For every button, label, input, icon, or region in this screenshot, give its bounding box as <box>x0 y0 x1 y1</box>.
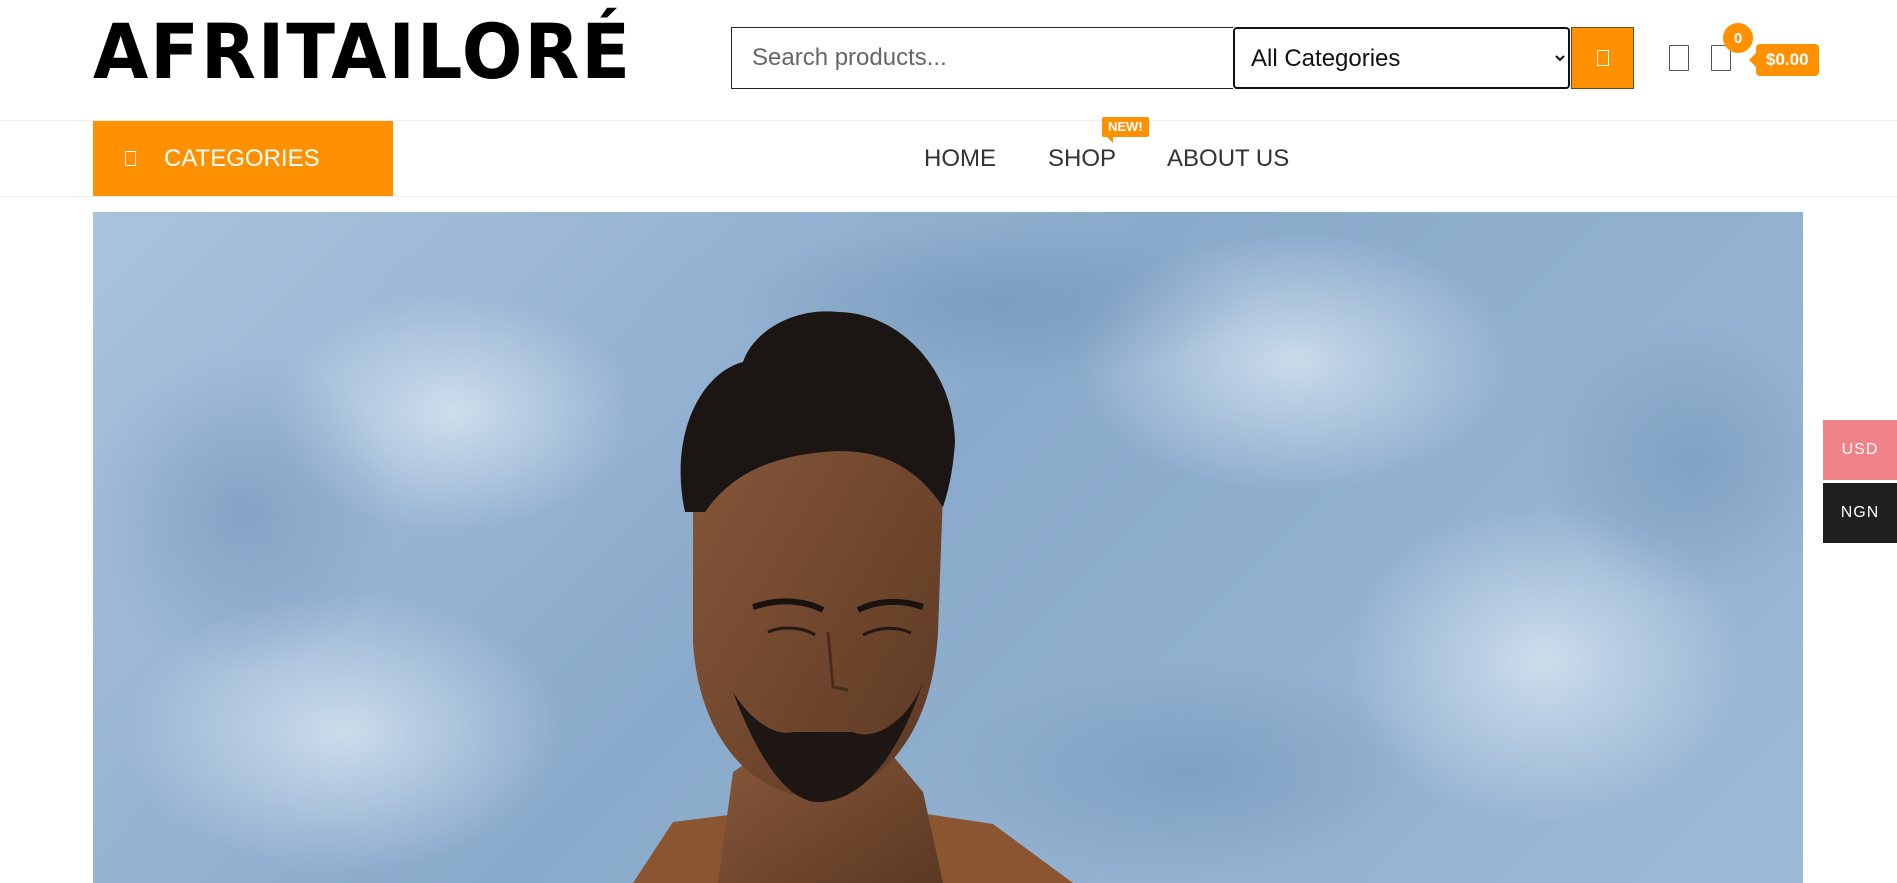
new-badge: NEW! <box>1102 116 1149 143</box>
nav-menu: HOME SHOP NEW! ABOUT US <box>924 116 1289 196</box>
currency-ngn-button[interactable]: NGN <box>1823 483 1897 543</box>
hero-image <box>93 222 1803 883</box>
nav-link-shop-label: SHOP <box>1048 144 1117 172</box>
categories-button[interactable]: CATEGORIES <box>93 121 393 196</box>
nav-link-home[interactable]: HOME <box>924 145 996 173</box>
currency-usd-button[interactable]: USD <box>1823 420 1897 480</box>
search-icon <box>1596 50 1609 66</box>
search-button[interactable] <box>1571 27 1634 89</box>
site-header: AFRITAILORÉ All Categories 0 $0.00 <box>0 0 1897 121</box>
menu-icon <box>125 151 136 166</box>
categories-label: CATEGORIES <box>164 144 320 172</box>
cart-total[interactable]: $0.00 <box>1749 44 1819 76</box>
category-select[interactable]: All Categories <box>1233 27 1570 89</box>
hero-banner[interactable] <box>93 212 1803 883</box>
main-nav: CATEGORIES HOME SHOP NEW! ABOUT US <box>0 116 1897 197</box>
cart-count-badge: 0 <box>1723 23 1753 53</box>
search-input[interactable] <box>731 27 1233 89</box>
nav-link-about[interactable]: ABOUT US <box>1167 145 1289 173</box>
nav-link-shop[interactable]: SHOP NEW! <box>1048 116 1149 173</box>
site-logo[interactable]: AFRITAILORÉ <box>93 14 632 90</box>
heart-icon[interactable] <box>1669 45 1689 71</box>
